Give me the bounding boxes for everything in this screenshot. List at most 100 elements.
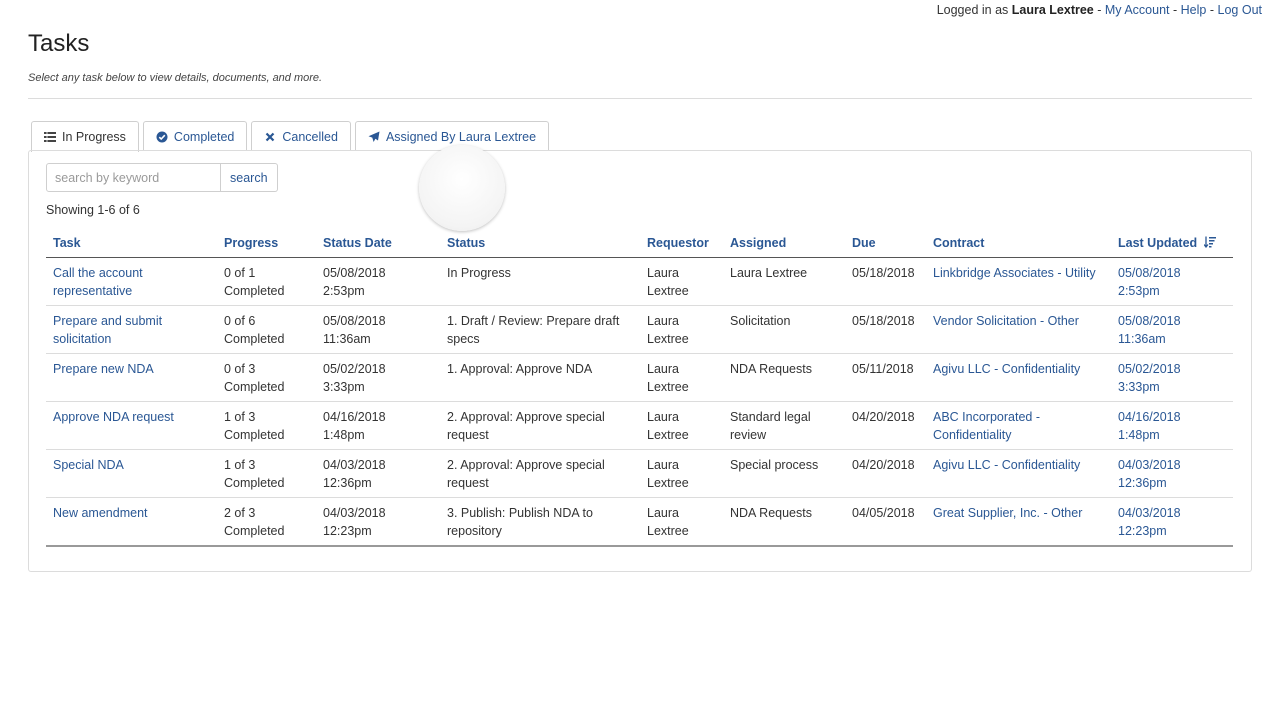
check-circle-icon — [156, 131, 168, 142]
progress-cell: 1 of 3 Completed — [217, 449, 316, 498]
column-header-task[interactable]: Task — [46, 230, 217, 258]
progress-count: 1 of 3 — [224, 457, 256, 472]
contract-link[interactable]: Agivu LLC - Confidentiality — [933, 458, 1080, 472]
last-updated-link[interactable]: 05/08/2018 11:36am — [1118, 314, 1181, 346]
column-header-last-updated[interactable]: Last Updated — [1111, 230, 1233, 258]
progress-label: Completed — [224, 331, 285, 346]
assigned-cell: NDA Requests — [723, 353, 845, 402]
assigned-cell: Laura Lextree — [723, 257, 845, 306]
last-updated-link[interactable]: 05/08/2018 2:53pm — [1118, 266, 1181, 298]
status-cell: 1. Approval: Approve NDA — [440, 353, 640, 402]
last-updated-cell: 04/03/2018 12:36pm — [1111, 449, 1233, 498]
updated-date: 04/03/2018 — [1118, 505, 1181, 520]
task-link[interactable]: Call the account representative — [53, 266, 143, 298]
last-updated-cell: 05/08/2018 11:36am — [1111, 305, 1233, 354]
contract-link[interactable]: ABC Incorporated - Confidentiality — [933, 410, 1040, 442]
progress-label: Completed — [224, 427, 285, 442]
last-updated-link[interactable]: 04/03/2018 12:36pm — [1118, 458, 1181, 490]
my-account-link[interactable]: My Account — [1105, 3, 1170, 17]
requestor-cell: Laura Lextree — [640, 305, 723, 354]
due-cell: 05/18/2018 — [845, 305, 926, 354]
due-cell: 05/11/2018 — [845, 353, 926, 402]
user-bar: Logged in as Laura Lextree - My Account … — [937, 3, 1262, 17]
contract-cell: Agivu LLC - Confidentiality — [926, 353, 1111, 402]
assigned-cell: Solicitation — [723, 305, 845, 354]
task-link[interactable]: Special NDA — [53, 458, 124, 472]
table-row[interactable]: Prepare new NDA 0 of 3 Completed 05/02/2018… — [46, 353, 1233, 402]
tab-cancelled[interactable]: Cancelled — [251, 121, 351, 151]
status-time: 3:33pm — [323, 379, 365, 394]
task-link[interactable]: New amendment — [53, 506, 148, 520]
task-cell: Approve NDA request — [46, 401, 217, 450]
column-header-requestor[interactable]: Requestor — [640, 230, 723, 258]
tab-label: Cancelled — [282, 129, 338, 144]
assigned-cell: NDA Requests — [723, 497, 845, 547]
requestor-first: Laura — [647, 361, 679, 376]
last-updated-link[interactable]: 04/16/2018 1:48pm — [1118, 410, 1181, 442]
status-cell: 1. Draft / Review: Prepare draft specs — [440, 305, 640, 354]
due-cell: 04/05/2018 — [845, 497, 926, 547]
help-link[interactable]: Help — [1181, 3, 1207, 17]
log-out-link[interactable]: Log Out — [1218, 3, 1262, 17]
progress-label: Completed — [224, 283, 285, 298]
column-header-due[interactable]: Due — [845, 230, 926, 258]
logged-in-label: Logged in as — [936, 3, 1009, 17]
requestor-cell: Laura Lextree — [640, 449, 723, 498]
progress-label: Completed — [224, 379, 285, 394]
updated-date: 05/08/2018 — [1118, 265, 1181, 280]
status-cell: 2. Approval: Approve special request — [440, 449, 640, 498]
status-date: 04/16/2018 — [323, 409, 386, 424]
column-header-assigned[interactable]: Assigned — [723, 230, 845, 258]
results-count: Showing 1-6 of 6 — [46, 203, 140, 217]
status-date-cell: 05/08/2018 2:53pm — [316, 257, 440, 306]
last-updated-cell: 05/02/2018 3:33pm — [1111, 353, 1233, 402]
column-header-status[interactable]: Status — [440, 230, 640, 258]
requestor-last: Lextree — [647, 379, 689, 394]
separator: - — [1209, 3, 1215, 17]
column-header-progress[interactable]: Progress — [217, 230, 316, 258]
status-time: 12:36pm — [323, 475, 372, 490]
table-row[interactable]: Approve NDA request 1 of 3 Completed 04/16/… — [46, 401, 1233, 450]
search-button[interactable]: search — [221, 163, 278, 192]
status-time: 1:48pm — [323, 427, 365, 442]
task-link[interactable]: Prepare new NDA — [53, 362, 154, 376]
requestor-last: Lextree — [647, 475, 689, 490]
search-bar: search — [46, 163, 278, 192]
last-updated-link[interactable]: 05/02/2018 3:33pm — [1118, 362, 1181, 394]
due-cell: 05/18/2018 — [845, 257, 926, 306]
last-updated-link[interactable]: 04/03/2018 12:23pm — [1118, 506, 1181, 538]
divider — [28, 98, 1252, 99]
due-cell: 04/20/2018 — [845, 401, 926, 450]
last-updated-cell: 04/16/2018 1:48pm — [1111, 401, 1233, 450]
requestor-first: Laura — [647, 457, 679, 472]
task-cell: New amendment — [46, 497, 217, 547]
loading-indicator — [419, 145, 505, 231]
table-row[interactable]: Call the account representative 0 of 1 Com… — [46, 257, 1233, 306]
column-header-contract[interactable]: Contract — [926, 230, 1111, 258]
page-title: Tasks — [28, 30, 90, 57]
task-link[interactable]: Prepare and submit solicitation — [53, 314, 162, 346]
tab-completed[interactable]: Completed — [142, 121, 248, 151]
updated-time: 3:33pm — [1118, 379, 1160, 394]
contract-link[interactable]: Vendor Solicitation - Other — [933, 314, 1079, 328]
task-link[interactable]: Approve NDA request — [53, 410, 174, 424]
paper-plane-icon — [368, 131, 380, 142]
status-time: 2:53pm — [323, 283, 365, 298]
column-header-status-date[interactable]: Status Date — [316, 230, 440, 258]
status-date-cell: 05/08/2018 11:36am — [316, 305, 440, 354]
task-cell: Prepare and submit solicitation — [46, 305, 217, 354]
table-row[interactable]: Special NDA 1 of 3 Completed 04/03/2018 12:3… — [46, 449, 1233, 498]
contract-cell: ABC Incorporated - Confidentiality — [926, 401, 1111, 450]
contract-cell: Vendor Solicitation - Other — [926, 305, 1111, 354]
assigned-cell: Special process — [723, 449, 845, 498]
progress-cell: 0 of 3 Completed — [217, 353, 316, 402]
contract-link[interactable]: Linkbridge Associates - Utility — [933, 266, 1096, 280]
search-input[interactable] — [46, 163, 221, 192]
tab-in-progress[interactable]: In Progress — [31, 121, 139, 152]
contract-link[interactable]: Great Supplier, Inc. - Other — [933, 506, 1082, 520]
table-row[interactable]: Prepare and submit solicitation 0 of 6 Com… — [46, 305, 1233, 354]
contract-link[interactable]: Agivu LLC - Confidentiality — [933, 362, 1080, 376]
table-row[interactable]: New amendment 2 of 3 Completed 04/03/2018 12… — [46, 497, 1233, 547]
assigned-cell: Standard legal review — [723, 401, 845, 450]
tab-label: Assigned By Laura Lextree — [385, 129, 537, 144]
